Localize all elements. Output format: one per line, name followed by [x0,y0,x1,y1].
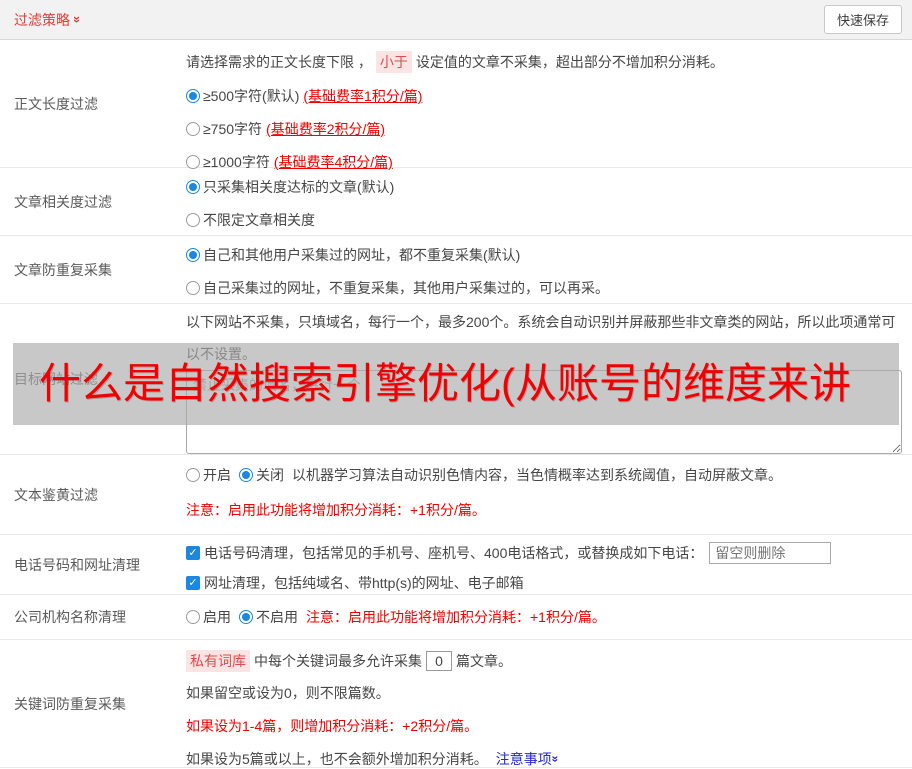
radio-label: 只采集相关度达标的文章(默认) [203,179,395,195]
page-title: 过滤策略 [14,11,70,28]
radio-label: 自己采集过的网址，不重复采集，其他用户采集过的，可以再采。 [203,280,609,296]
keyword-limit-text: 中每个关键词最多允许采集 [254,653,422,669]
row-phone-url-clean: 电话号码和网址清理 ✓ 电话号码清理，包括常见的手机号、座机号、400电话格式，… [0,535,912,595]
radio-option-relevance-strict[interactable]: 只采集相关度达标的文章(默认) [186,177,904,197]
cost-note: (基础费率2积分/篇) [266,121,386,137]
radio-label: 自己和其他用户采集过的网址，都不重复采集(默认) [203,247,521,263]
checkbox-checked-icon[interactable]: ✓ [186,546,200,560]
radio-unselected-icon[interactable] [186,468,200,482]
radio-option-company-on[interactable]: 启用 [186,607,231,627]
keyword-rule-five-plus: 如果设为5篇或以上，也不会额外增加积分消耗。 [186,751,488,767]
row-label-dedup: 文章防重复采集 [14,261,112,278]
radio-option-company-off[interactable]: 不启用 [239,607,298,627]
radio-option-dedup-all-users[interactable]: 自己和其他用户采集过的网址，都不重复采集(默认) [186,245,904,265]
radio-label: 开启 [203,467,231,483]
quick-save-button[interactable]: 快速保存 [823,5,902,34]
filter-strategy-page: 过滤策略 » 快速保存 正文长度过滤 请选择需求的正文长度下限 ， 小于 设定值… [0,0,912,768]
row-label-phone-url-clean: 电话号码和网址清理 [14,556,140,573]
radio-selected-icon[interactable] [186,180,200,194]
private-lexicon-badge: 私有词库 [186,650,250,672]
chevron-double-down-icon: » [70,15,86,24]
row-label-relevance: 文章相关度过滤 [14,193,112,210]
keyword-rule-zero: 如果留空或设为0，则不限篇数。 [186,685,390,701]
radio-unselected-icon[interactable] [186,610,200,624]
row-keyword-dedup: 关键词防重复采集 私有词库 中每个关键词最多允许采集 篇文章。 如果留空或设为0… [0,640,912,768]
row-label-porn-filter: 文本鉴黄过滤 [14,486,98,503]
radio-label: 关闭 [256,467,284,483]
row-relevance-filter: 文章相关度过滤 只采集相关度达标的文章(默认) 不限定文章相关度 [0,168,912,236]
radio-selected-icon[interactable] [186,89,200,103]
cost-note: (基础费率1积分/篇) [303,88,423,104]
row-dedup-collection: 文章防重复采集 自己和其他用户采集过的网址，都不重复采集(默认) 自己采集过的网… [0,236,912,304]
radio-option-relevance-any[interactable]: 不限定文章相关度 [186,210,904,230]
notes-link[interactable]: 注意事项 [496,749,552,769]
content-length-desc: 请选择需求的正文长度下限 ， 小于 设定值的文章不采集，超出部分不增加积分消耗。 [186,51,904,73]
replacement-phone-input[interactable] [709,542,832,564]
row-company-clean: 公司机构名称清理 启用 不启用 注意：启用此功能将增加积分消耗：+1积分/篇。 [0,595,912,640]
row-label-company-clean: 公司机构名称清理 [14,609,126,625]
radio-unselected-icon[interactable] [186,155,200,169]
radio-option-500-chars[interactable]: ≥500字符(默认) (基础费率1积分/篇) [186,86,904,106]
page-header: 过滤策略 » 快速保存 [0,0,912,40]
radio-option-porn-on[interactable]: 开启 [186,465,231,485]
radio-label: 启用 [203,609,231,625]
row-label-keyword-dedup: 关键词防重复采集 [14,695,126,712]
radio-unselected-icon[interactable] [186,281,200,295]
company-clean-cost-note: 注意：启用此功能将增加积分消耗：+1积分/篇。 [306,609,606,625]
radio-label: 不启用 [256,609,298,625]
porn-filter-cost-note: 注意：启用此功能将增加积分消耗：+1积分/篇。 [186,502,486,518]
less-than-highlight: 小于 [375,51,412,73]
radio-option-dedup-self-only[interactable]: 自己采集过的网址，不重复采集，其他用户采集过的，可以再采。 [186,278,904,298]
chevron-double-down-icon[interactable]: » [548,756,562,763]
radio-label: ≥500字符(默认) [203,88,300,104]
row-content-length-filter: 正文长度过滤 请选择需求的正文长度下限 ， 小于 设定值的文章不采集，超出部分不… [0,40,912,170]
checkbox-label: 电话号码清理，包括常见的手机号、座机号、400电话格式，或替换成如下电话： [204,545,704,561]
radio-selected-icon[interactable] [239,610,253,624]
keyword-max-count-input[interactable] [426,651,452,671]
radio-label: ≥750字符 [203,121,263,137]
radio-selected-icon[interactable] [239,468,253,482]
checkbox-url-clean[interactable]: ✓ 网址清理，包括纯域名、带http(s)的网址、电子邮箱 [186,573,904,593]
radio-unselected-icon[interactable] [186,122,200,136]
checkbox-label: 网址清理，包括纯域名、带http(s)的网址、电子邮箱 [204,575,524,591]
radio-selected-icon[interactable] [186,248,200,262]
radio-unselected-icon[interactable] [186,213,200,227]
section-toggle-filter-strategy[interactable]: 过滤策略 » [14,10,86,30]
porn-filter-desc: 以机器学习算法自动识别色情内容，当色情概率达到系统阈值，自动屏蔽文章。 [292,467,782,483]
checkbox-phone-clean[interactable]: ✓ 电话号码清理，包括常见的手机号、座机号、400电话格式，或替换成如下电话： [186,543,703,563]
radio-label: 不限定文章相关度 [203,212,315,228]
overlay-text: 什么是自然搜索引擎优化(从账号的维度来讲 [39,360,851,407]
checkbox-checked-icon[interactable]: ✓ [186,576,200,590]
keyword-limit-suffix: 篇文章。 [456,653,512,669]
row-label-content-length: 正文长度过滤 [14,95,98,112]
radio-option-750-chars[interactable]: ≥750字符 (基础费率2积分/篇) [186,119,904,139]
radio-option-porn-off[interactable]: 关闭 [239,465,284,485]
row-porn-filter: 文本鉴黄过滤 开启 关闭 以机器学习算法自动识别色情内容，当色情概率达到系统阈值… [0,455,912,535]
keyword-rule-cost: 如果设为1-4篇，则增加积分消耗：+2积分/篇。 [186,718,479,734]
overlay-banner: 什么是自然搜索引擎优化(从账号的维度来讲 [13,343,899,425]
